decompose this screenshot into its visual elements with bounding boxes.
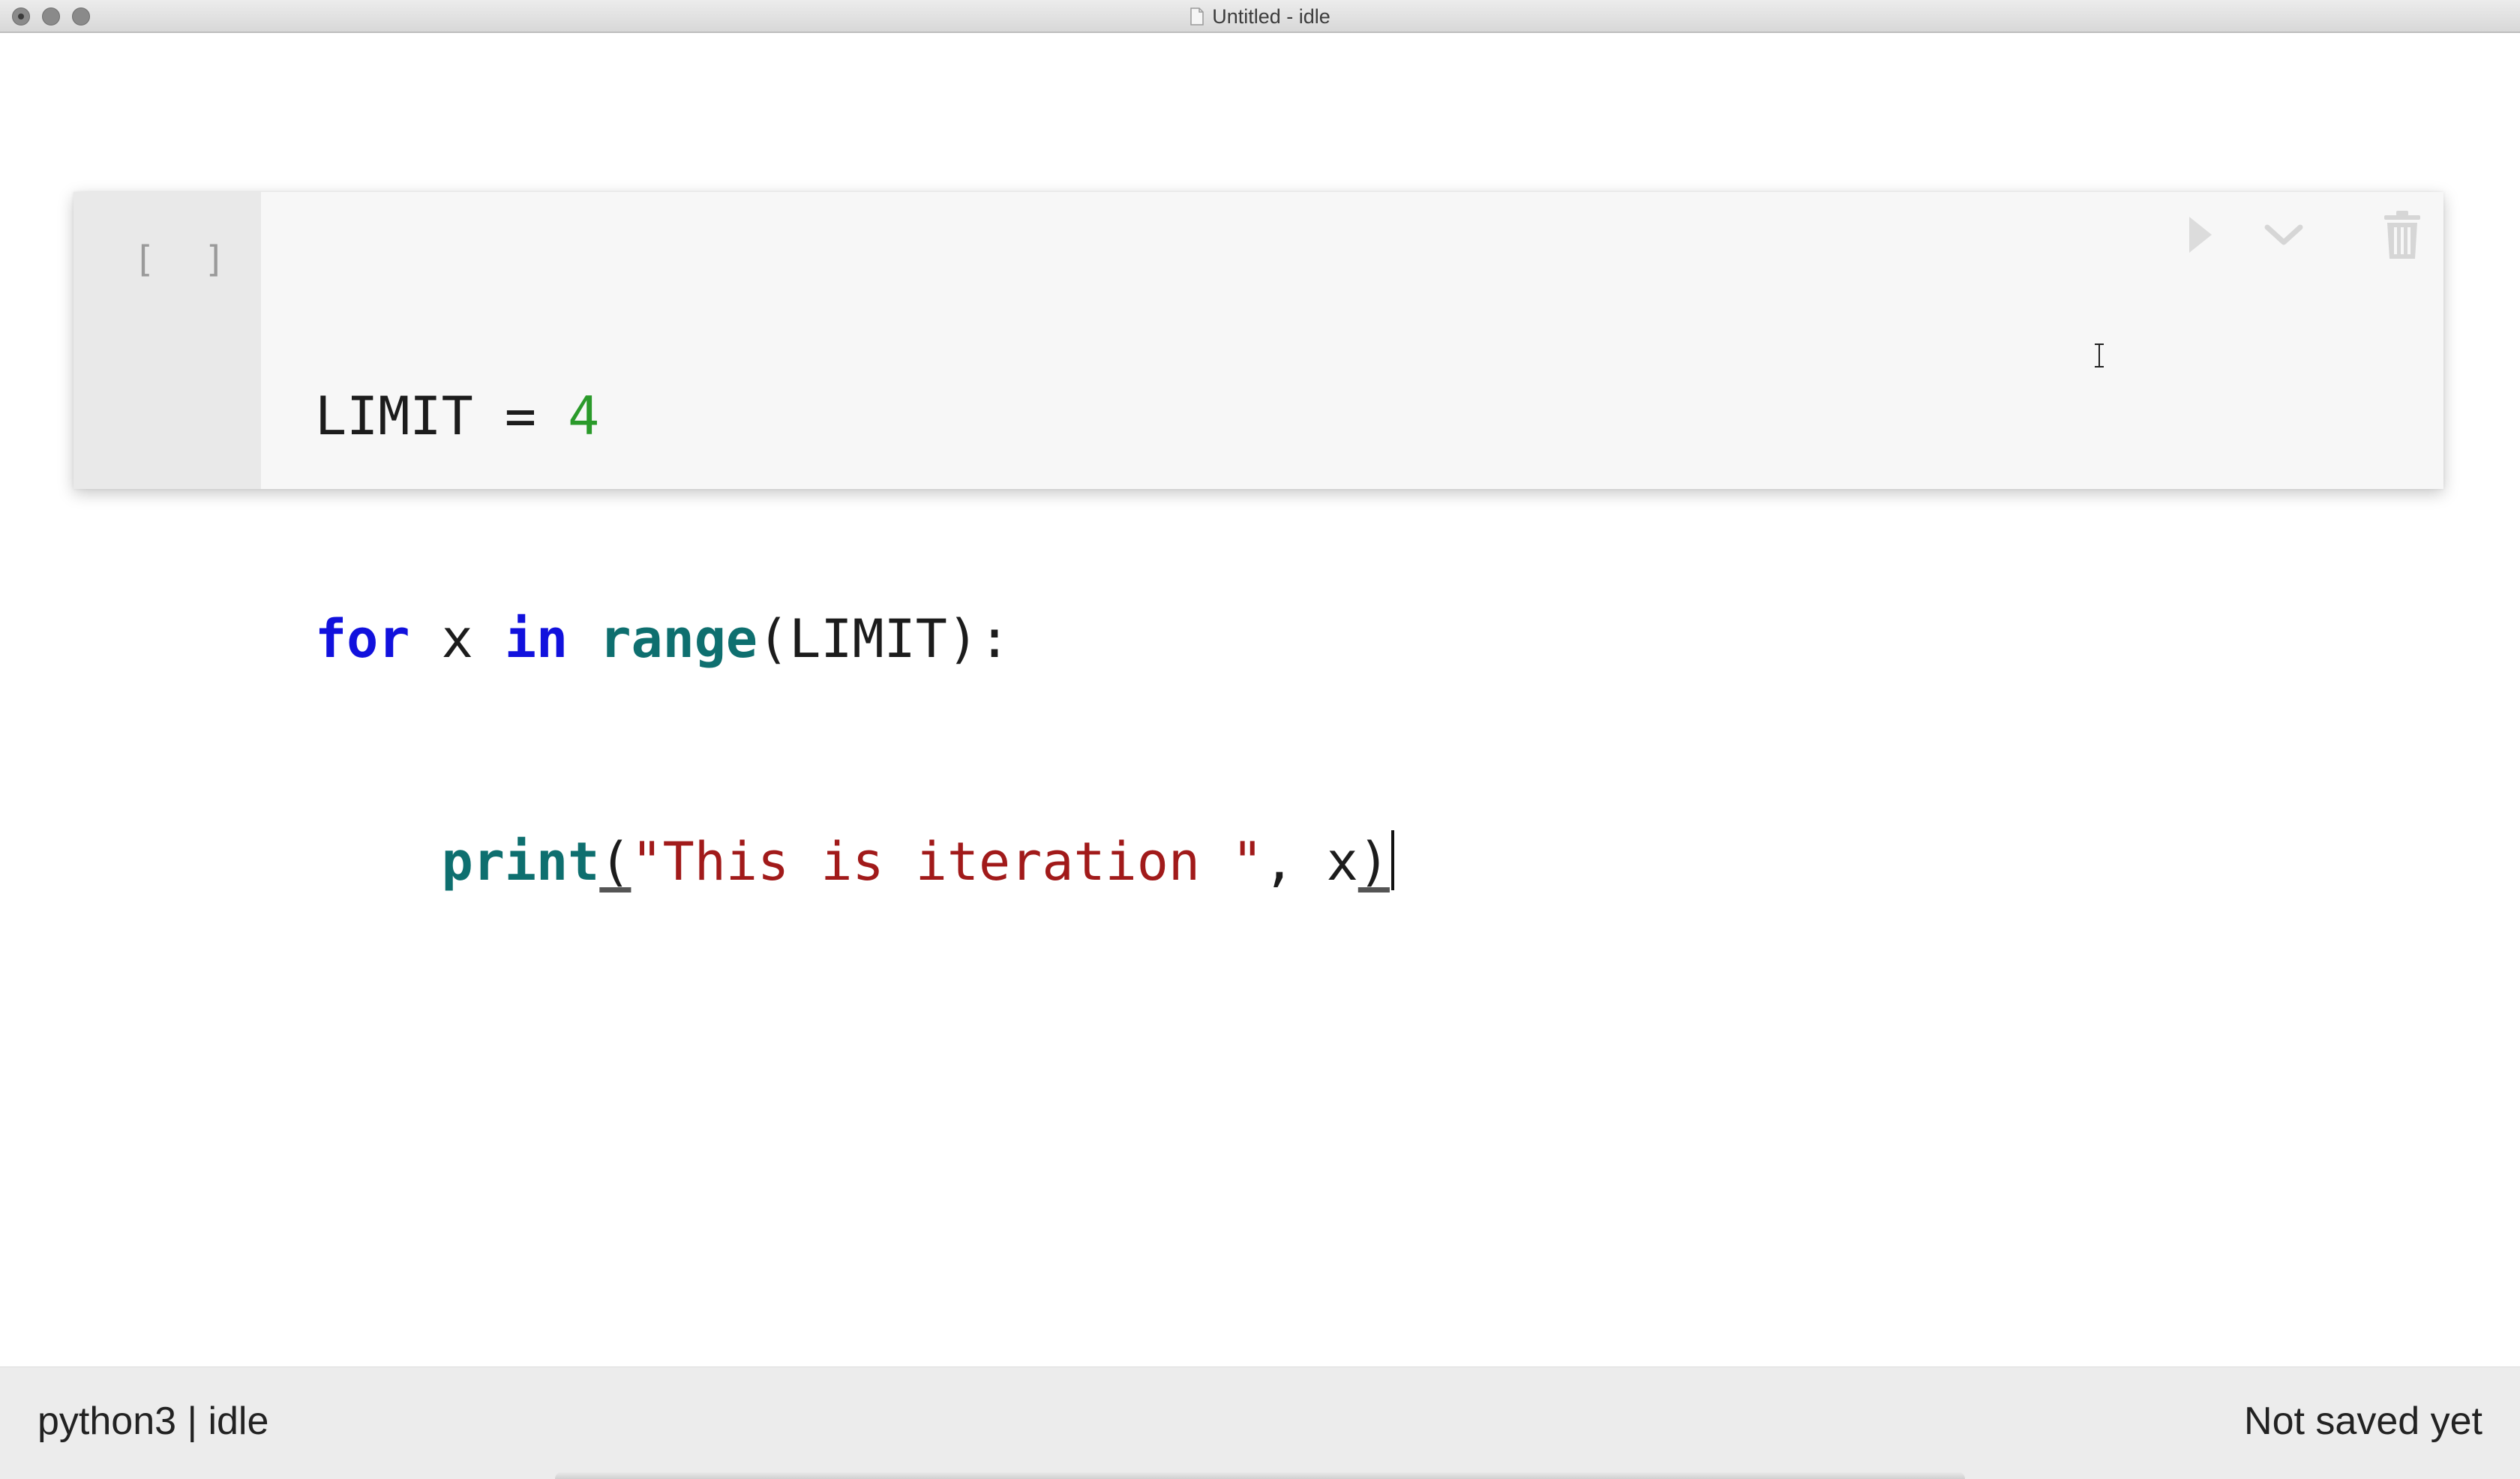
code-token-builtin: print [441,831,600,892]
code-editor[interactable]: LIMIT = 4 for x in range(LIMIT): print("… [315,231,1394,1048]
cell-gutter: [ ] [74,192,261,489]
run-cell-button[interactable] [2174,208,2226,261]
code-token-identifier: x [410,608,505,670]
code-token-builtin: range [599,608,758,670]
title-bar: Untitled - idle [0,0,2520,33]
code-cell[interactable]: [ ] LIMIT = 4 for x in range(LIMIT): pri… [74,192,2444,892]
save-status: Not saved yet [2244,1400,2482,1443]
delete-cell-button[interactable] [2376,208,2428,261]
play-icon [2189,217,2212,253]
status-bar: python3 | idle Not saved yet [0,1366,2520,1479]
ibeam-cursor-icon [2095,344,2104,368]
text-cursor [1390,830,1394,890]
cell-options-button[interactable] [2258,208,2310,261]
code-token-args: (LIMIT): [758,608,1011,670]
bottom-shadow [555,1472,1965,1479]
chevron-down-icon [2264,224,2303,245]
trash-icon [2384,211,2420,259]
document-icon [1190,8,1204,26]
code-line: print("This is iteration ", x) [315,825,1394,899]
code-token-string: "This is iteration " [631,831,1264,892]
code-token-paren: ) [1358,831,1390,892]
code-token-paren: ( [599,831,632,892]
code-token-keyword: in [504,608,568,670]
code-token-identifier: LIMIT [315,386,473,447]
window-title-group: Untitled - idle [0,0,2520,33]
window-title: Untitled - idle [1212,4,1330,28]
execution-count-prompt: [ ] [134,238,239,280]
kernel-status: python3 | idle [38,1400,269,1443]
code-token-indent [315,831,442,892]
code-token-number: 4 [568,386,600,447]
code-token-keyword: for [315,608,410,670]
code-token-operator: = [472,386,568,447]
code-token-args: , x [1263,831,1358,892]
app-window: Untitled - idle [ ] LIMIT = 4 for x in r… [0,0,2520,1479]
code-line: LIMIT = 4 [315,380,1394,454]
code-line: for x in range(LIMIT): [315,602,1394,676]
